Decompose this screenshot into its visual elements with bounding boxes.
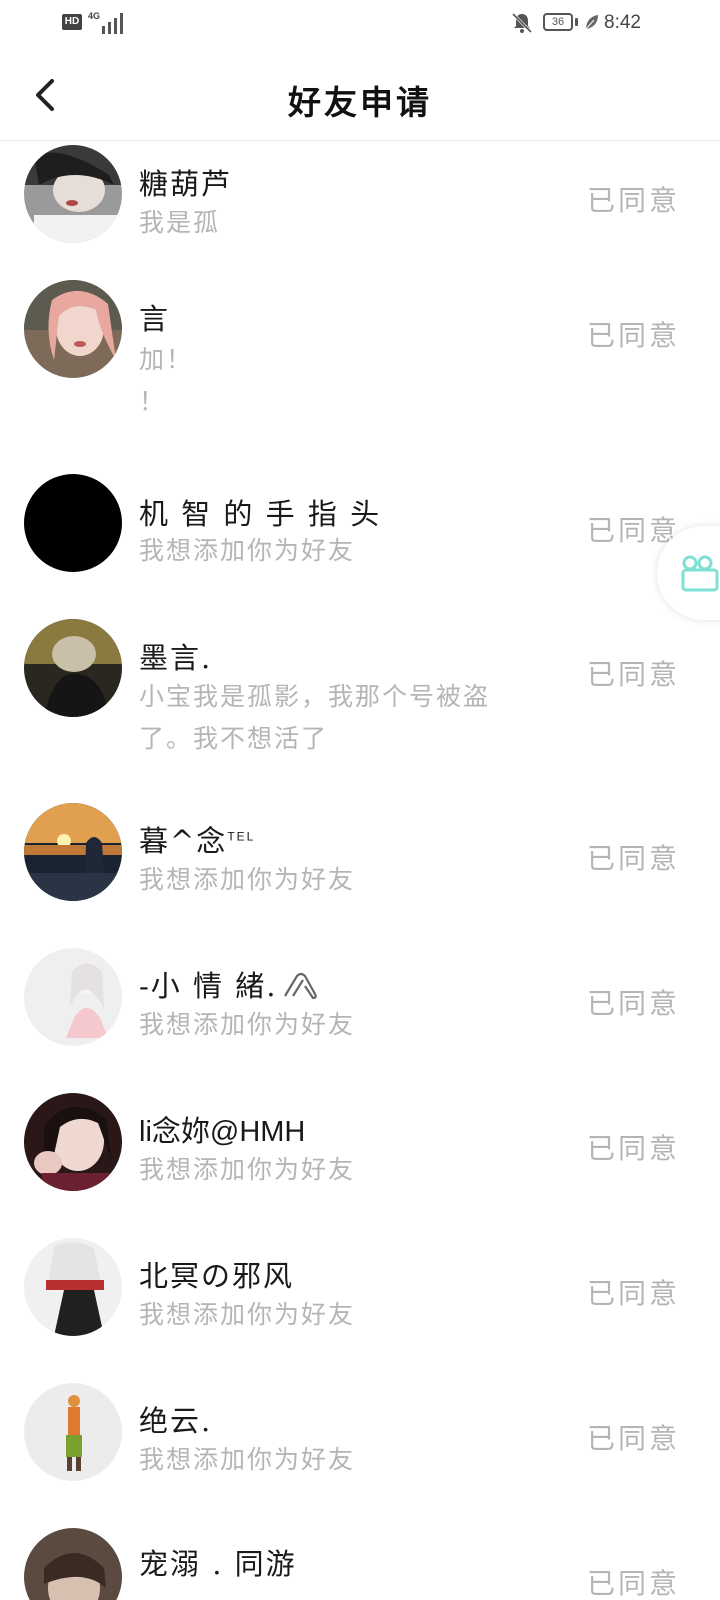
request-status: 已同意 <box>586 1567 680 1600</box>
avatar <box>24 1238 122 1336</box>
leaf-icon <box>585 15 598 30</box>
request-message: 小宝我是孤影，我那个号被盗 了。我不想活了 <box>139 682 491 753</box>
requester-name: 糖葫芦 <box>139 167 233 201</box>
avatar <box>24 803 122 901</box>
list-item[interactable]: -小 情 緒. 我想添加你为好友 已同意 <box>0 941 720 1086</box>
battery-cap <box>575 18 578 26</box>
screen: HD 4G 36 8:42 好友申请 糖葫芦 我是孤 已同意 言 加！ ！ 已同… <box>0 0 720 1600</box>
requester-name: 暮^念TEL <box>139 818 255 860</box>
requester-name-text: 暮^念 <box>139 824 228 858</box>
avatar <box>24 1093 122 1191</box>
list-item[interactable]: 暮^念TEL 我想添加你为好友 已同意 <box>0 796 720 941</box>
requester-name: 北冥の邪风 <box>139 1259 295 1293</box>
avatar <box>24 1528 122 1600</box>
request-status: 已同意 <box>586 987 680 1020</box>
page-title: 好友申请 <box>288 83 432 122</box>
request-status: 已同意 <box>586 1277 680 1310</box>
status-bar: HD 4G 36 8:42 <box>0 0 720 48</box>
request-status: 已同意 <box>586 184 680 217</box>
requester-name: li念妳@HMH <box>139 1116 306 1148</box>
requester-name-text: -小 情 緒. <box>139 969 278 1003</box>
signal-icon <box>102 13 123 34</box>
avatar <box>24 948 122 1046</box>
request-message: 加！ ！ <box>139 345 194 416</box>
request-message: 我想添加你为好友 <box>139 865 356 894</box>
request-message: 我是孤 <box>139 208 221 237</box>
list-item[interactable]: 绝云. 我想添加你为好友 已同意 <box>0 1376 720 1521</box>
list-item[interactable]: 北冥の邪风 我想添加你为好友 已同意 <box>0 1231 720 1376</box>
request-status: 已同意 <box>586 658 680 691</box>
list-item[interactable]: li念妳@HMH 我想添加你为好友 已同意 <box>0 1086 720 1231</box>
requester-name: 墨言. <box>139 641 213 675</box>
request-message: 我想添加你为好友 <box>139 536 356 565</box>
hd-badge: HD <box>62 14 82 30</box>
list-item[interactable]: 糖葫芦 我是孤 已同意 <box>0 141 720 275</box>
request-message: 我想添加你为好友 <box>139 1155 356 1184</box>
request-status: 已同意 <box>586 1132 680 1165</box>
name-suffix: TEL <box>227 829 256 844</box>
video-camera-icon <box>681 555 719 592</box>
clock: 8:42 <box>604 12 641 33</box>
request-message: 我想添加你为好友 <box>139 1010 356 1039</box>
avatar <box>24 145 122 243</box>
avatar <box>24 1383 122 1481</box>
request-message: 我想添加你为好友 <box>139 1445 356 1474</box>
request-status: 已同意 <box>586 842 680 875</box>
requester-name: 机 智 的 手 指 头 <box>139 497 382 531</box>
requester-name: -小 情 緒. <box>139 963 321 1005</box>
battery-indicator: 36 <box>543 13 573 31</box>
friend-request-list: 糖葫芦 我是孤 已同意 言 加！ ！ 已同意 机 智 的 手 指 头 我想添加你… <box>0 141 720 1600</box>
avatar <box>24 474 122 572</box>
list-item[interactable]: 墨言. 小宝我是孤影，我那个号被盗 了。我不想活了 已同意 <box>0 612 720 796</box>
avatar <box>24 619 122 717</box>
bell-off-icon <box>511 12 533 34</box>
request-status: 已同意 <box>586 1422 680 1455</box>
requester-name: 言 <box>139 302 171 336</box>
network-label: 4G <box>88 11 101 21</box>
list-item[interactable]: 宠溺 . 同游 已同意 <box>0 1521 720 1600</box>
request-status: 已同意 <box>586 319 680 352</box>
avatar <box>24 280 122 378</box>
paperclip-icon <box>284 972 318 1000</box>
list-item[interactable]: 机 智 的 手 指 头 我想添加你为好友 已同意 <box>0 467 720 612</box>
header: 好友申请 <box>0 48 720 141</box>
requester-name: 宠溺 . 同游 <box>139 1547 297 1581</box>
list-item[interactable]: 言 加！ ！ 已同意 <box>0 275 720 467</box>
requester-name: 绝云. <box>139 1404 213 1438</box>
request-message: 我想添加你为好友 <box>139 1300 356 1329</box>
